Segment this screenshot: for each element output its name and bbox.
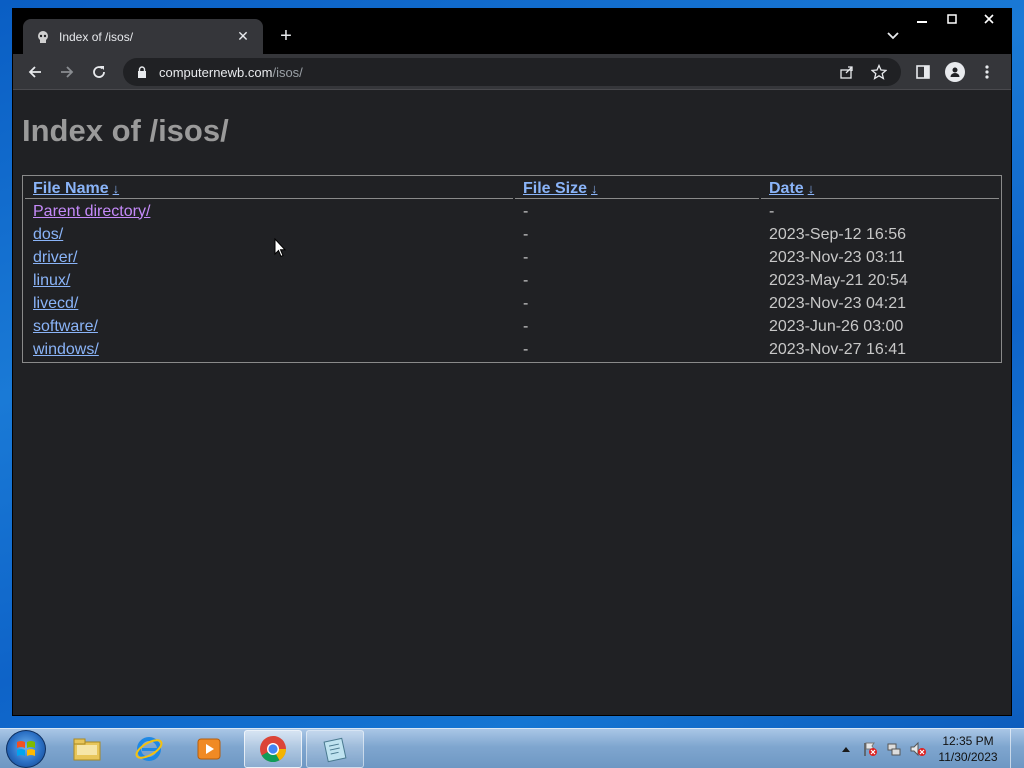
sort-arrow-icon[interactable]: ↓ [808,181,815,196]
file-size-cell: - [523,317,529,335]
action-center-flag-icon[interactable] [858,737,882,761]
media-player-icon [197,738,221,760]
file-name-cell: linux/ [25,270,513,291]
file-name-cell: driver/ [25,247,513,268]
column-header-date[interactable]: Date ↓ [761,178,999,199]
file-name-cell: livecd/ [25,293,513,314]
file-size-cell: - [523,248,529,266]
table-header-row: File Name ↓ File Size ↓ Date ↓ [25,178,999,199]
tab-active[interactable]: Index of /isos/ ✕ [23,19,263,54]
folder-link-driver[interactable]: driver/ [33,249,77,266]
folder-link-windows[interactable]: windows/ [33,341,99,358]
date-cell: 2023-Nov-23 03:11 [769,248,905,266]
avatar [945,62,965,82]
table-row: dos/ - 2023-Sep-12 16:56 [25,224,999,245]
file-listing-table: File Name ↓ File Size ↓ Date ↓ Parent direc… [22,175,1002,363]
parent-directory-link[interactable]: Parent directory/ [33,203,150,220]
sort-arrow-icon[interactable]: ↓ [591,181,598,196]
media-player-button[interactable] [180,730,238,768]
folder-link-linux[interactable]: linux/ [33,272,70,289]
volume-muted-icon[interactable] [906,737,930,761]
file-size-cell: - [523,202,529,220]
browser-window: Index of /isos/ ✕ + computernewb.com /is… [12,8,1012,716]
date-cell: 2023-Nov-27 16:41 [769,340,906,358]
table-row: livecd/ - 2023-Nov-23 04:21 [25,293,999,314]
folder-link-dos[interactable]: dos/ [33,226,63,243]
column-header-file-name[interactable]: File Name ↓ [25,178,513,199]
tab-search-chevron-icon[interactable] [885,27,901,43]
omnibox-actions [831,62,895,82]
folder-link-livecd[interactable]: livecd/ [33,295,78,312]
new-tab-button[interactable]: + [275,25,297,47]
page-content: Index of /isos/ File Name ↓ File Size ↓ Da… [13,91,1011,715]
side-panel-icon[interactable] [907,56,939,88]
internet-explorer-button[interactable] [120,730,178,768]
tab-title: Index of /isos/ [59,29,134,44]
file-name-cell: software/ [25,316,513,337]
chrome-button[interactable] [244,730,302,768]
file-size-cell: - [523,294,529,312]
start-button[interactable] [6,730,46,768]
sort-date-link[interactable]: Date [769,180,804,197]
column-header-file-size[interactable]: File Size ↓ [515,178,759,199]
profile-button[interactable] [939,56,971,88]
windows-logo-icon [17,741,35,756]
lock-icon[interactable] [135,65,149,79]
url-path: /isos/ [272,64,303,80]
menu-kebab-icon[interactable] [971,56,1003,88]
favicon-icon [35,29,51,45]
table-row: windows/ - 2023-Nov-27 16:41 [25,339,999,360]
page-title: Index of /isos/ [22,113,229,148]
notepad-icon [323,737,347,763]
toolbar-right [907,56,1003,88]
table-row: Parent directory/ - - [25,201,999,222]
file-size-cell: - [523,225,529,243]
file-name-cell: dos/ [25,224,513,245]
table-row: software/ - 2023-Jun-26 03:00 [25,316,999,337]
system-clock[interactable]: 12:35 PM 11/30/2023 [930,733,1006,765]
file-name-cell: Parent directory/ [25,201,513,222]
notepad-button[interactable] [306,730,364,768]
network-icon[interactable] [882,737,906,761]
bookmark-star-icon[interactable] [863,62,895,82]
date-cell: 2023-May-21 20:54 [769,271,908,289]
tab-strip: Index of /isos/ ✕ + [13,9,1011,54]
internet-explorer-icon [135,737,163,761]
tab-close-icon[interactable]: ✕ [235,28,251,45]
sort-file-size-link[interactable]: File Size [523,180,587,197]
clock-date: 11/30/2023 [938,750,998,764]
folder-link-software[interactable]: software/ [33,318,98,335]
chrome-icon [260,735,287,763]
maximize-button[interactable] [937,9,967,29]
windows-explorer-button[interactable] [58,730,116,768]
sort-file-name-link[interactable]: File Name [33,180,109,197]
window-controls [907,9,1011,29]
browser-toolbar: computernewb.com/isos/ [13,54,1011,90]
file-size-cell: - [523,340,529,358]
show-desktop-button[interactable] [1010,729,1024,768]
date-cell: 2023-Jun-26 03:00 [769,317,904,335]
show-hidden-icons-icon[interactable] [834,737,858,761]
taskbar: 12:35 PM 11/30/2023 [0,728,1024,768]
back-button[interactable] [19,56,51,88]
clock-time: 12:35 PM [942,734,994,748]
minimize-button[interactable] [907,9,937,29]
address-bar[interactable]: computernewb.com/isos/ [123,58,901,86]
date-cell: - [769,202,775,220]
file-size-cell: - [523,271,529,289]
table-row: linux/ - 2023-May-21 20:54 [25,270,999,291]
mouse-cursor-icon [274,237,287,263]
reload-button[interactable] [83,56,115,88]
windows-explorer-icon [73,738,101,761]
system-tray: 12:35 PM 11/30/2023 [834,729,1024,768]
date-cell: 2023-Nov-23 04:21 [769,294,906,312]
share-icon[interactable] [831,62,863,82]
sort-arrow-icon[interactable]: ↓ [113,181,120,196]
url-host: computernewb.com [159,64,273,80]
file-name-cell: windows/ [25,339,513,360]
table-row: driver/ - 2023-Nov-23 03:11 [25,247,999,268]
close-window-button[interactable] [967,9,1011,29]
date-cell: 2023-Sep-12 16:56 [769,225,906,243]
forward-button[interactable] [51,56,83,88]
